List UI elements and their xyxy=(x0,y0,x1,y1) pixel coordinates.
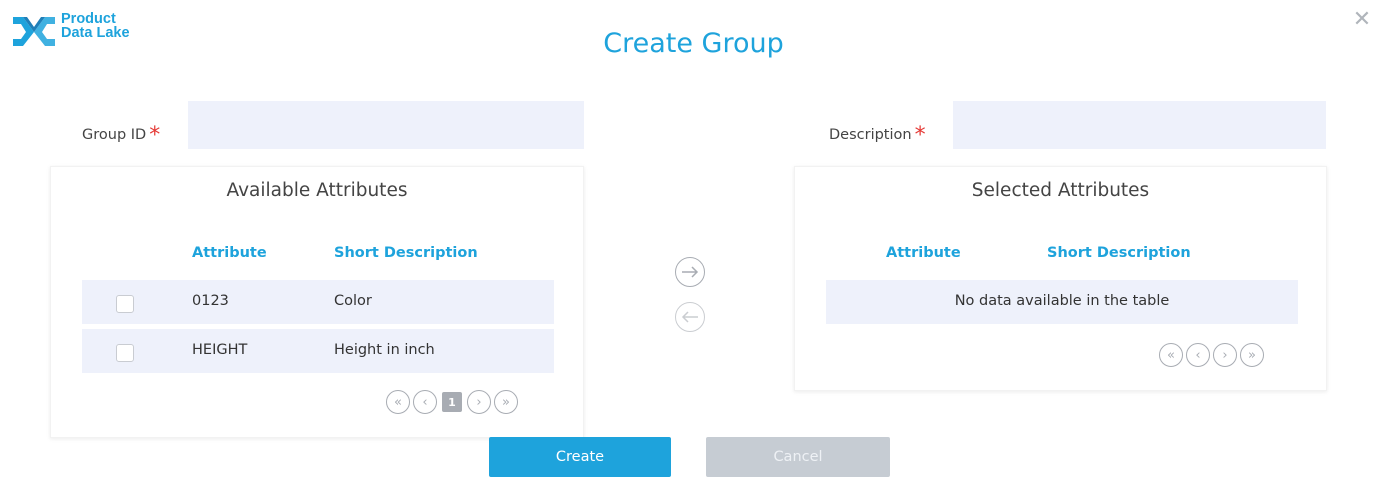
row-checkbox[interactable] xyxy=(116,295,134,313)
empty-message: No data available in the table xyxy=(954,293,1170,309)
first-page-icon[interactable]: « xyxy=(386,390,410,414)
available-pager: « ‹ 1 › » xyxy=(386,390,518,414)
row-attribute: 0123 xyxy=(192,293,229,309)
row-short-description: Height in inch xyxy=(334,342,435,358)
column-header-attribute[interactable]: Attribute xyxy=(886,245,961,261)
column-header-short-description[interactable]: Short Description xyxy=(1047,245,1191,261)
group-id-label: Group ID * xyxy=(82,120,161,148)
selected-attributes-panel: Selected Attributes Attribute Short Desc… xyxy=(794,166,1327,391)
move-left-button[interactable] xyxy=(675,302,705,332)
page-title: Create Group xyxy=(603,28,784,59)
row-checkbox[interactable] xyxy=(116,344,134,362)
page-number[interactable]: 1 xyxy=(442,392,462,412)
description-input[interactable] xyxy=(953,101,1326,149)
next-page-icon[interactable]: › xyxy=(1213,343,1237,367)
create-button[interactable]: Create xyxy=(489,437,671,477)
column-header-attribute[interactable]: Attribute xyxy=(192,245,267,261)
last-page-icon[interactable]: » xyxy=(494,390,518,414)
next-page-icon[interactable]: › xyxy=(467,390,491,414)
row-attribute: HEIGHT xyxy=(192,342,248,358)
arrow-left-icon xyxy=(681,311,698,323)
available-attributes-title: Available Attributes xyxy=(226,180,408,201)
cancel-button[interactable]: Cancel xyxy=(706,437,890,477)
description-label-text: Description xyxy=(829,127,912,143)
first-page-icon[interactable]: « xyxy=(1159,343,1183,367)
description-label: Description * xyxy=(829,120,926,148)
empty-row: No data available in the table xyxy=(826,280,1298,324)
logo-line-1: Product xyxy=(61,11,116,27)
last-page-icon[interactable]: » xyxy=(1240,343,1264,367)
prev-page-icon[interactable]: ‹ xyxy=(413,390,437,414)
close-icon[interactable]: ✕ xyxy=(1352,9,1372,31)
table-row[interactable]: 0123 Color xyxy=(82,280,554,324)
row-short-description: Color xyxy=(334,293,372,309)
table-row[interactable]: HEIGHT Height in inch xyxy=(82,329,554,373)
selected-pager: « ‹ › » xyxy=(1159,343,1264,367)
group-id-label-text: Group ID xyxy=(82,127,147,143)
arrow-right-icon xyxy=(682,266,699,278)
available-attributes-panel: Available Attributes Attribute Short Des… xyxy=(50,166,584,438)
column-header-short-description[interactable]: Short Description xyxy=(334,245,478,261)
move-right-button[interactable] xyxy=(675,257,705,287)
group-id-input[interactable] xyxy=(188,101,584,149)
required-mark: * xyxy=(914,123,926,148)
required-mark: * xyxy=(149,123,161,148)
prev-page-icon[interactable]: ‹ xyxy=(1186,343,1210,367)
selected-attributes-title: Selected Attributes xyxy=(971,180,1150,201)
